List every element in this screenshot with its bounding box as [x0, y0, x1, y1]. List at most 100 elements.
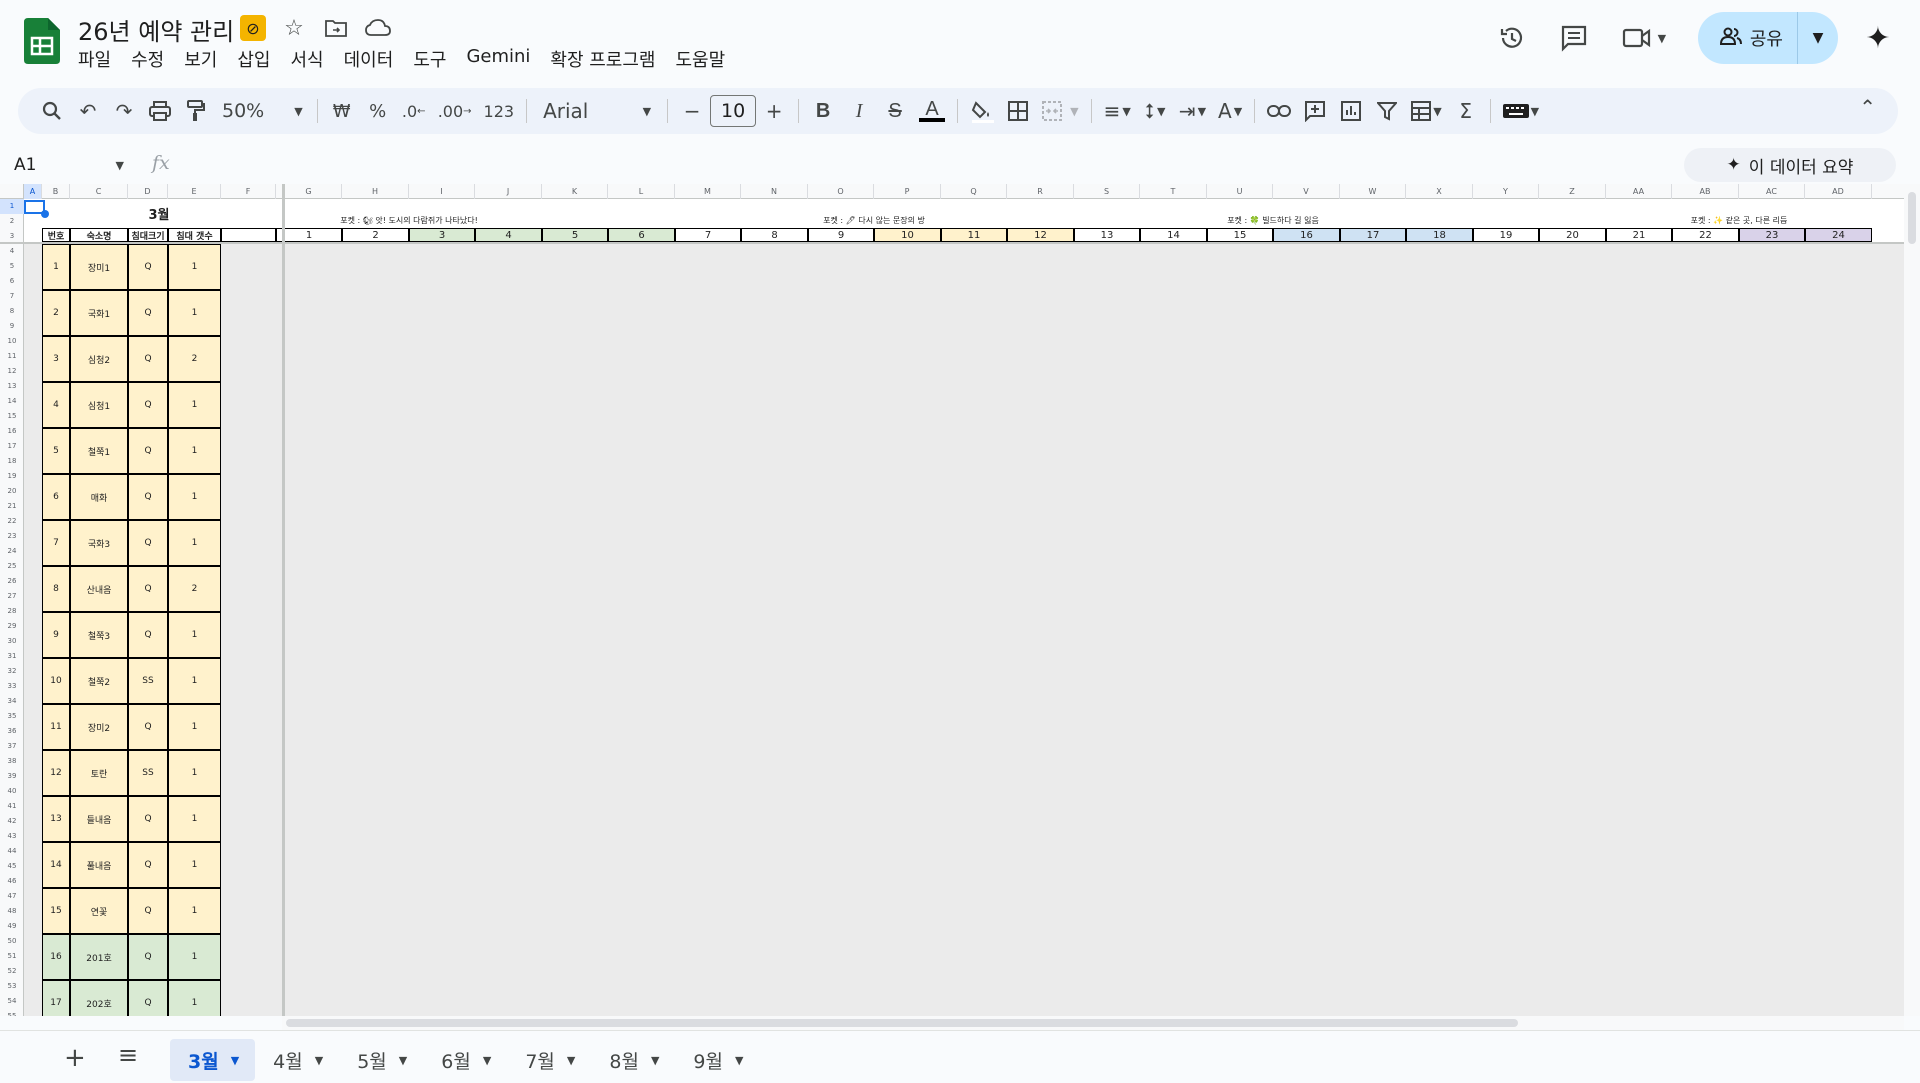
row-header[interactable]: 12: [0, 364, 24, 379]
room-name-cell[interactable]: 202호: [70, 980, 128, 1016]
column-header[interactable]: Z: [1539, 184, 1606, 199]
column-header[interactable]: N: [741, 184, 808, 199]
room-bed-cell[interactable]: SS: [128, 750, 168, 796]
room-no-cell[interactable]: 8: [42, 566, 70, 612]
row-header[interactable]: 27: [0, 589, 24, 604]
room-count-cell[interactable]: 1: [168, 888, 221, 934]
menu-item[interactable]: 도움말: [666, 46, 736, 72]
column-header[interactable]: I: [409, 184, 475, 199]
font-select[interactable]: Arial ▼: [533, 99, 661, 123]
promo-note[interactable]: 포켓 : 🐿 앗! 도시의 다람쥐가 나타났다!: [340, 215, 478, 226]
column-title[interactable]: 숙소명: [70, 228, 128, 242]
decrease-decimal-button[interactable]: .0 ←: [396, 95, 432, 127]
column-header[interactable]: G: [276, 184, 342, 199]
room-bed-cell[interactable]: Q: [128, 382, 168, 428]
room-name-cell[interactable]: 철쭉2: [70, 658, 128, 704]
row-header[interactable]: 7: [0, 289, 24, 304]
column-header[interactable]: J: [475, 184, 542, 199]
row-header[interactable]: 34: [0, 694, 24, 709]
sheet-tab[interactable]: 6월 ▼: [423, 1039, 507, 1081]
document-title[interactable]: 26년 예약 관리: [78, 12, 234, 47]
column-title[interactable]: 번호: [42, 228, 70, 242]
menu-item[interactable]: 확장 프로그램: [540, 46, 665, 72]
row-header[interactable]: 13: [0, 379, 24, 394]
sheet-tab[interactable]: 4월 ▼: [255, 1039, 339, 1081]
day-header[interactable]: 1: [276, 228, 342, 242]
comments-icon[interactable]: [1550, 14, 1598, 62]
insert-link-icon[interactable]: [1261, 95, 1297, 127]
room-bed-cell[interactable]: SS: [128, 658, 168, 704]
room-bed-cell[interactable]: Q: [128, 980, 168, 1016]
room-bed-cell[interactable]: Q: [128, 842, 168, 888]
sheet-tab[interactable]: 5월 ▼: [339, 1039, 423, 1081]
room-count-cell[interactable]: 1: [168, 704, 221, 750]
room-bed-cell[interactable]: Q: [128, 566, 168, 612]
font-size-input[interactable]: 10: [710, 95, 757, 127]
row-header[interactable]: 49: [0, 919, 24, 934]
room-name-cell[interactable]: 201호: [70, 934, 128, 980]
row-header[interactable]: 48: [0, 904, 24, 919]
row-header[interactable]: 53: [0, 979, 24, 994]
decrease-font-size-icon[interactable]: −: [674, 95, 710, 127]
share-button[interactable]: 공유: [1698, 12, 1798, 64]
day-header[interactable]: 2: [342, 228, 409, 242]
room-bed-cell[interactable]: Q: [128, 612, 168, 658]
row-header[interactable]: 16: [0, 424, 24, 439]
row-header[interactable]: 24: [0, 544, 24, 559]
insert-chart-icon[interactable]: [1333, 95, 1369, 127]
paint-format-icon[interactable]: [178, 95, 214, 127]
column-header[interactable]: K: [542, 184, 608, 199]
row-header[interactable]: 6: [0, 274, 24, 289]
row-header[interactable]: 23: [0, 529, 24, 544]
room-name-cell[interactable]: 심청1: [70, 382, 128, 428]
menu-item[interactable]: 파일: [78, 46, 121, 72]
room-no-cell[interactable]: 5: [42, 428, 70, 474]
frozen-row-divider[interactable]: [0, 242, 1904, 244]
frozen-column-divider[interactable]: [282, 184, 285, 1016]
text-wrapping-icon[interactable]: ⇥ ▼: [1173, 95, 1212, 127]
menu-item[interactable]: 수정: [121, 46, 174, 72]
column-header[interactable]: AB: [1672, 184, 1739, 199]
row-header[interactable]: 31: [0, 649, 24, 664]
text-color-icon[interactable]: A: [913, 95, 951, 127]
row-header[interactable]: 9: [0, 319, 24, 334]
room-name-cell[interactable]: 산내음: [70, 566, 128, 612]
room-name-cell[interactable]: 철쭉3: [70, 612, 128, 658]
column-header[interactable]: AA: [1606, 184, 1672, 199]
room-count-cell[interactable]: 1: [168, 750, 221, 796]
vertical-align-icon[interactable]: ⭥ ▼: [1137, 95, 1173, 127]
sheet-tab[interactable]: 8월 ▼: [591, 1039, 675, 1081]
row-header[interactable]: 15: [0, 409, 24, 424]
column-header[interactable]: S: [1074, 184, 1140, 199]
room-count-cell[interactable]: 1: [168, 796, 221, 842]
room-bed-cell[interactable]: Q: [128, 244, 168, 290]
day-header[interactable]: 5: [542, 228, 608, 242]
merge-cells-icon[interactable]: ▼: [1036, 95, 1084, 127]
room-count-cell[interactable]: 1: [168, 842, 221, 888]
row-header[interactable]: 25: [0, 559, 24, 574]
day-header[interactable]: 10: [874, 228, 941, 242]
column-header[interactable]: O: [808, 184, 874, 199]
chevron-down-icon[interactable]: ▼: [315, 1054, 323, 1067]
room-count-cell[interactable]: 1: [168, 474, 221, 520]
room-no-cell[interactable]: 12: [42, 750, 70, 796]
selection-handle[interactable]: [41, 210, 49, 218]
row-header[interactable]: 38: [0, 754, 24, 769]
room-name-cell[interactable]: 국화1: [70, 290, 128, 336]
row-header[interactable]: 20: [0, 484, 24, 499]
day-header[interactable]: 23: [1739, 228, 1805, 242]
bold-icon[interactable]: B: [805, 95, 841, 127]
room-no-cell[interactable]: 14: [42, 842, 70, 888]
row-header[interactable]: 17: [0, 439, 24, 454]
row-header[interactable]: 54: [0, 994, 24, 1009]
day-header[interactable]: 12: [1007, 228, 1074, 242]
row-header[interactable]: 50: [0, 934, 24, 949]
chevron-down-icon[interactable]: ▼: [567, 1054, 575, 1067]
room-no-cell[interactable]: 1: [42, 244, 70, 290]
percent-format-button[interactable]: %: [360, 95, 396, 127]
all-sheets-icon[interactable]: ≡: [118, 1041, 138, 1069]
row-header[interactable]: 47: [0, 889, 24, 904]
sheet-tab[interactable]: 7월 ▼: [507, 1039, 591, 1081]
column-header[interactable]: L: [608, 184, 675, 199]
room-name-cell[interactable]: 연꽃: [70, 888, 128, 934]
